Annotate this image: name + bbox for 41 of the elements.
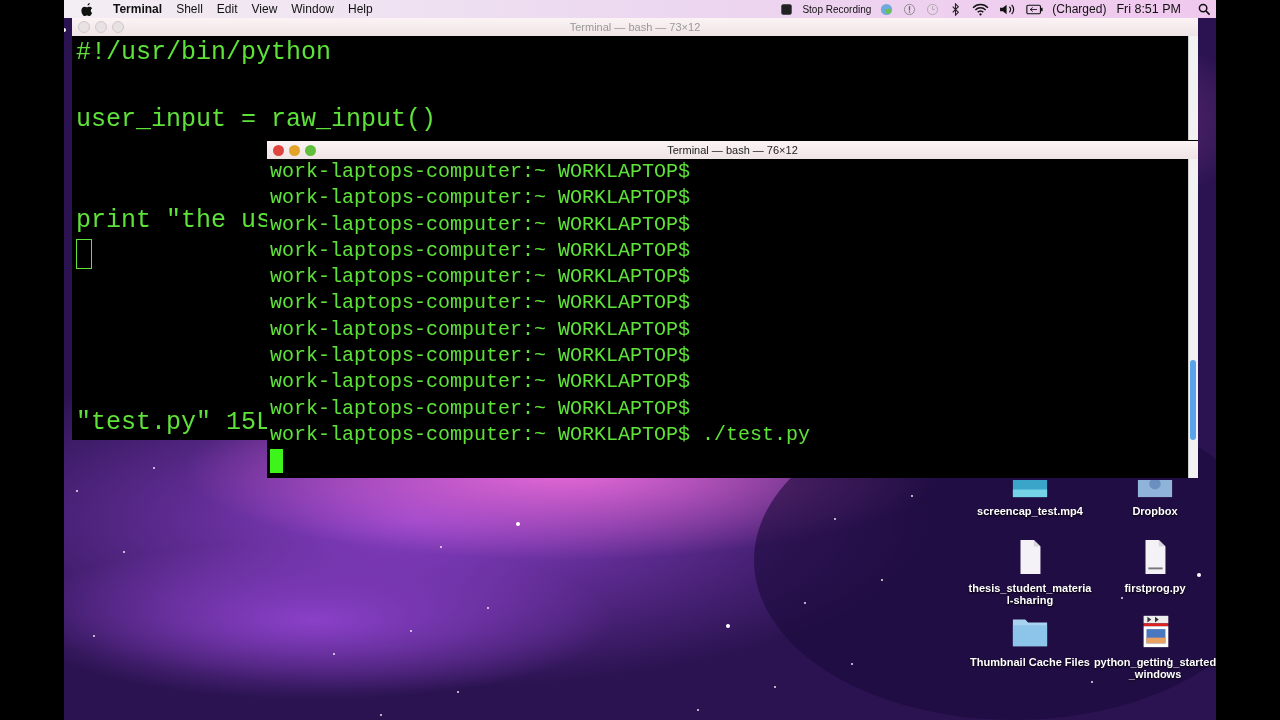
terminal-line: user_input = raw_input() <box>76 105 437 135</box>
terminal-line: work-laptops-computer:~ WORKLAPTOP$ <box>270 238 691 262</box>
stop-icon[interactable] <box>780 2 794 16</box>
folder-icon[interactable] <box>1136 480 1174 499</box>
terminal-line: work-laptops-computer:~ WORKLAPTOP$ <box>270 265 691 289</box>
terminal-line: work-laptops-computer:~ WORKLAPTOP$ <box>270 344 691 368</box>
search-icon[interactable] <box>1198 2 1211 16</box>
menu-item[interactable]: Help <box>341 2 380 16</box>
apple-logo-icon[interactable] <box>80 1 94 17</box>
file-name[interactable]: python_getting_started_windows <box>1093 656 1216 680</box>
scroll-thumb[interactable] <box>1190 360 1196 440</box>
menu-item[interactable]: Edit <box>209 2 245 16</box>
terminal-line: work-laptops-computer:~ WORKLAPTOP$ <box>270 212 691 236</box>
menu-item[interactable]: Shell <box>169 2 210 16</box>
terminal-line: work-laptops-computer:~ WORKLAPTOP$ <box>270 186 691 210</box>
file-name[interactable]: Thumbnail Cache Files <box>968 656 1092 668</box>
close-button[interactable] <box>273 144 284 156</box>
terminal-line: work-laptops-computer:~ WORKLAPTOP$ <box>270 370 691 394</box>
battery-status[interactable]: (Charged) <box>1052 2 1107 16</box>
terminal-line: work-laptops-computer:~ WORKLAPTOP$ <box>270 160 691 183</box>
file-name[interactable]: screencap_test.mp4 <box>968 505 1092 517</box>
scrollbar[interactable] <box>1188 159 1198 478</box>
stop-recording-label[interactable]: Stop Recording <box>802 3 872 15</box>
battery-icon[interactable] <box>1026 2 1044 16</box>
menu-item[interactable]: View <box>244 2 285 16</box>
clock[interactable]: Fri 8:51 PM <box>1116 2 1181 16</box>
terminal-line: #!/usr/bin/python <box>76 38 332 67</box>
terminal-line: work-laptops-computer:~ WORKLAPTOP$ <box>270 291 691 315</box>
window-title: Terminal — bash — 73×12 <box>569 21 701 33</box>
file-name[interactable]: Dropbox <box>1093 505 1216 517</box>
window-title: Terminal — bash — 76×12 <box>667 144 798 156</box>
wifi-icon[interactable] <box>972 2 990 16</box>
menu-item[interactable]: Window <box>284 2 341 16</box>
file-name[interactable]: firstprog.py <box>1093 582 1216 594</box>
terminal-line: work-laptops-computer:~ WORKLAPTOP$ ./test.py <box>270 422 811 446</box>
file-name[interactable]: thesis_student_material-sharing <box>968 582 1092 606</box>
terminal-line: work-laptops-computer:~ WORKLAPTOP$ <box>270 317 691 341</box>
terminal-line: work-laptops-computer:~ WORKLAPTOP$ <box>270 396 691 420</box>
menu-item[interactable]: Terminal <box>106 2 170 16</box>
volume-icon[interactable] <box>999 2 1017 16</box>
video-file-icon[interactable] <box>1011 480 1049 499</box>
